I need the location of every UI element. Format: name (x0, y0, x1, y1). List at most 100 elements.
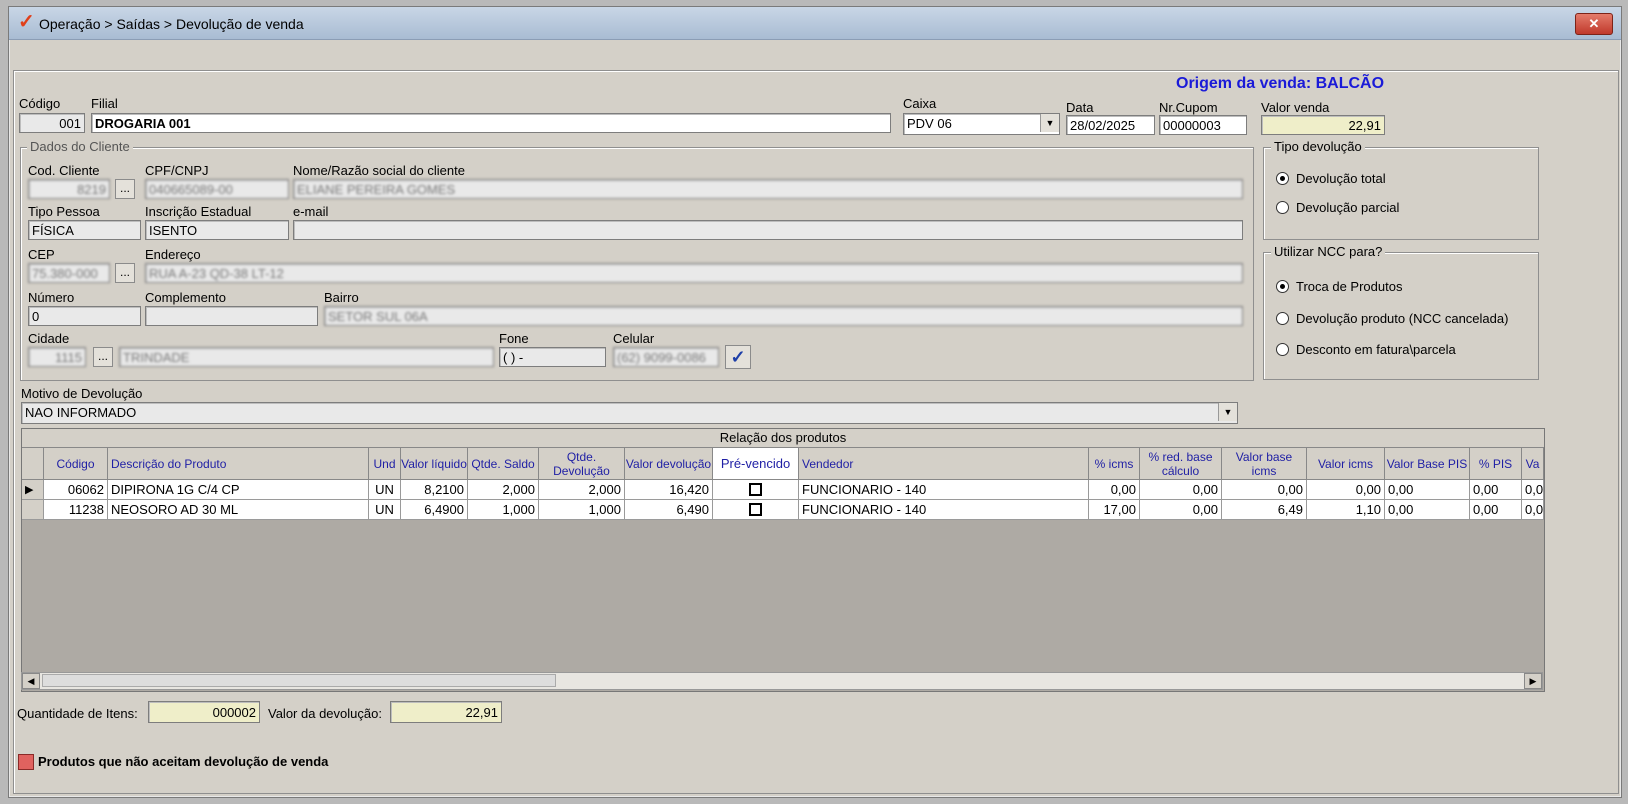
table-cell[interactable]: 2,000 (468, 480, 539, 500)
col-header-codigo[interactable]: Código (44, 448, 108, 480)
table-cell[interactable]: 0,00 (1222, 480, 1307, 500)
checkbox-icon[interactable] (749, 483, 762, 496)
chevron-down-icon[interactable]: ▼ (1218, 403, 1237, 421)
caixa-select[interactable]: PDV 06 ▼ (903, 113, 1060, 135)
col-header-qtde-devolucao[interactable]: Qtde. Devolução (539, 448, 625, 480)
complemento-field[interactable] (145, 306, 318, 326)
table-cell[interactable]: DIPIRONA 1G C/4 CP (108, 480, 369, 500)
tipo-pessoa-field[interactable]: FÍSICA (28, 220, 141, 240)
table-cell[interactable]: 0,0 (1522, 480, 1544, 500)
col-header-und[interactable]: Und (369, 448, 401, 480)
radio-unselected-icon[interactable] (1276, 343, 1289, 356)
cep-field[interactable]: 75.380-000 (28, 263, 110, 283)
cidade-label: Cidade (28, 331, 70, 346)
table-cell[interactable]: 16,420 (625, 480, 713, 500)
col-header-pre-vencido[interactable]: Pré-vencido (713, 448, 799, 480)
motivo-select[interactable]: NAO INFORMADO ▼ (21, 402, 1238, 424)
arrow-left-icon[interactable]: ◀ (22, 673, 40, 689)
radio-desconto-fatura[interactable]: Desconto em fatura\parcela (1276, 342, 1456, 357)
table-cell[interactable]: 11238 (44, 500, 108, 520)
table-cell[interactable]: 2,000 (539, 480, 625, 500)
nome-field[interactable]: ELIANE PEREIRA GOMES (293, 179, 1243, 199)
radio-selected-icon[interactable] (1276, 172, 1289, 185)
close-icon[interactable]: ✕ (1589, 16, 1600, 31)
col-header-qtde-saldo[interactable]: Qtde. Saldo (468, 448, 539, 480)
table-cell[interactable]: 06062 (44, 480, 108, 500)
cupom-field[interactable]: 00000003 (1159, 115, 1247, 135)
cpf-field[interactable]: 040665089-00 (145, 179, 289, 199)
endereco-field[interactable]: RUA A-23 QD-38 LT-12 (145, 263, 1243, 283)
radio-troca-produtos[interactable]: Troca de Produtos (1276, 279, 1402, 294)
table-cell[interactable]: 6,49 (1222, 500, 1307, 520)
table-cell[interactable]: 1,000 (539, 500, 625, 520)
cod-cliente-field[interactable]: 8219 (28, 179, 110, 199)
scroll-thumb[interactable] (42, 674, 556, 687)
cidade-search-button[interactable]: ... (93, 347, 113, 367)
legend-color-swatch (18, 754, 34, 770)
table-cell[interactable]: UN (369, 500, 401, 520)
col-header-valor-base-icms[interactable]: Valor base icms (1222, 448, 1307, 480)
cod-cliente-search-button[interactable]: ... (115, 179, 135, 199)
celular-field[interactable]: (62) 9099-0086 (613, 347, 719, 367)
tipo-devolucao-group (1263, 147, 1539, 240)
table-cell[interactable]: 0,00 (1307, 480, 1385, 500)
col-header-valor-liquido[interactable]: Valor líquido (401, 448, 468, 480)
table-cell[interactable]: 0,00 (1140, 480, 1222, 500)
radio-selected-icon[interactable] (1276, 280, 1289, 293)
email-field[interactable] (293, 220, 1243, 240)
table-cell[interactable]: FUNCIONARIO - 140 (799, 500, 1089, 520)
nome-label: Nome/Razão social do cliente (293, 163, 465, 178)
filial-field[interactable]: DROGARIA 001 (91, 113, 891, 133)
table-cell[interactable]: 1,10 (1307, 500, 1385, 520)
horizontal-scrollbar[interactable]: ◀ ▶ (21, 672, 1543, 690)
table-cell[interactable]: UN (369, 480, 401, 500)
radio-devolucao-parcial[interactable]: Devolução parcial (1276, 200, 1399, 215)
table-cell[interactable]: 0,0 (1522, 500, 1544, 520)
table-cell[interactable]: 6,4900 (401, 500, 468, 520)
col-header-icms[interactable]: % icms (1089, 448, 1140, 480)
table-cell[interactable]: FUNCIONARIO - 140 (799, 480, 1089, 500)
pre-vencido-checkbox[interactable] (713, 480, 799, 500)
table-cell[interactable]: 6,490 (625, 500, 713, 520)
valor-devolucao-label: Valor da devolução: (268, 706, 382, 721)
bairro-field[interactable]: SETOR SUL 06A (324, 306, 1243, 326)
radio-unselected-icon[interactable] (1276, 201, 1289, 214)
numero-field[interactable]: 0 (28, 306, 141, 326)
radio-unselected-icon[interactable] (1276, 312, 1289, 325)
cep-search-button[interactable]: ... (115, 263, 135, 283)
cidade-field[interactable]: TRINDADE (119, 347, 494, 367)
col-header-descricao[interactable]: Descrição do Produto (108, 448, 369, 480)
ie-field[interactable]: ISENTO (145, 220, 289, 240)
col-header-red-base[interactable]: % red. base cálculo (1140, 448, 1222, 480)
table-cell[interactable]: 0,00 (1385, 480, 1470, 500)
col-header-valor-icms[interactable]: Valor icms (1307, 448, 1385, 480)
table-cell[interactable]: 0,00 (1089, 480, 1140, 500)
table-cell[interactable]: 0,00 (1385, 500, 1470, 520)
data-field[interactable]: 28/02/2025 (1066, 115, 1155, 135)
col-header-vendedor[interactable]: Vendedor (799, 448, 1089, 480)
table-cell[interactable]: 8,2100 (401, 480, 468, 500)
table-cell[interactable]: 1,000 (468, 500, 539, 520)
table-cell[interactable]: 0,00 (1470, 480, 1522, 500)
fone-field[interactable]: ( ) - (499, 347, 606, 367)
close-button[interactable]: ✕ (1575, 13, 1613, 35)
chevron-down-icon[interactable]: ▼ (1040, 114, 1059, 132)
col-header-pis[interactable]: % PIS (1470, 448, 1522, 480)
row-pointer-icon[interactable]: ▶ (22, 480, 44, 500)
table-cell[interactable]: 0,00 (1470, 500, 1522, 520)
col-header-valor-base-pis[interactable]: Valor Base PIS (1385, 448, 1470, 480)
arrow-right-icon[interactable]: ▶ (1524, 673, 1542, 689)
pre-vencido-checkbox[interactable] (713, 500, 799, 520)
radio-devolucao-total[interactable]: Devolução total (1276, 171, 1386, 186)
cidade-code-field[interactable]: 1115 (28, 347, 86, 367)
codigo-field[interactable]: 001 (19, 113, 85, 133)
col-header-valor-devolucao[interactable]: Valor devolução (625, 448, 713, 480)
checkbox-icon[interactable] (749, 503, 762, 516)
row-indicator[interactable] (22, 500, 44, 520)
checkmark-icon[interactable]: ✓ (725, 345, 751, 369)
table-cell[interactable]: 0,00 (1140, 500, 1222, 520)
radio-devolucao-produto[interactable]: Devolução produto (NCC cancelada) (1276, 311, 1508, 326)
table-cell[interactable]: NEOSORO AD 30 ML (108, 500, 369, 520)
table-cell[interactable]: 17,00 (1089, 500, 1140, 520)
col-header-extra[interactable]: Va (1522, 448, 1544, 480)
